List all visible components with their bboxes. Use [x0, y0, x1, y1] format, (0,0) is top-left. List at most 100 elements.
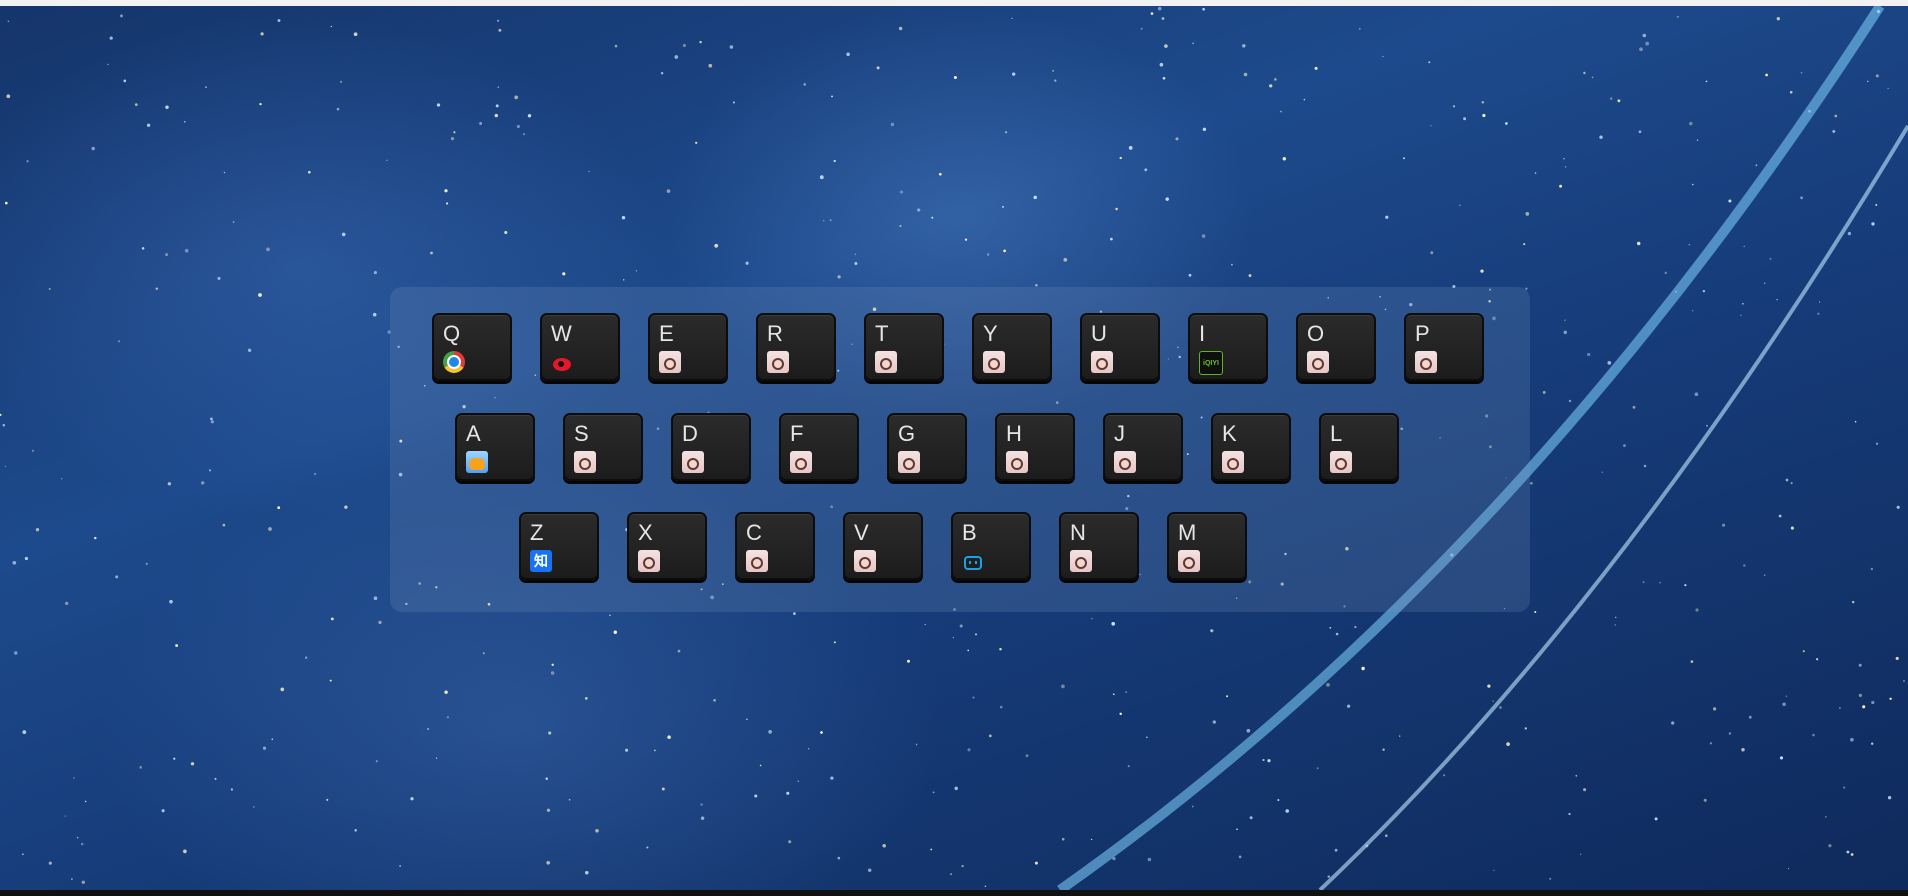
light-dot — [1851, 600, 1855, 604]
light-dot — [65, 601, 69, 606]
light-dot — [1524, 727, 1527, 730]
light-dot — [952, 636, 955, 639]
light-dot — [1862, 705, 1866, 709]
light-dot — [94, 536, 97, 540]
light-dot — [1430, 124, 1432, 127]
key-u[interactable]: U — [1080, 313, 1160, 381]
light-dot — [907, 659, 910, 663]
light-dot — [1847, 231, 1852, 236]
light-dot — [435, 757, 438, 759]
key-j[interactable]: J — [1103, 413, 1183, 481]
key-letter: P — [1415, 321, 1430, 346]
light-dot — [854, 262, 858, 265]
light-dot — [867, 868, 872, 872]
light-dot — [999, 647, 1002, 651]
key-d[interactable]: D — [671, 413, 751, 481]
light-dot — [1549, 877, 1552, 880]
light-dot — [184, 248, 189, 253]
default-favicon-icon — [875, 351, 897, 373]
key-o[interactable]: O — [1296, 313, 1376, 381]
light-dot — [1119, 156, 1122, 160]
light-dot — [635, 270, 638, 272]
key-g[interactable]: G — [887, 413, 967, 481]
light-dot — [35, 528, 40, 532]
light-dot — [975, 633, 977, 636]
key-z[interactable]: Z知 — [519, 512, 599, 580]
light-dot — [1741, 302, 1744, 305]
light-dot — [1277, 799, 1280, 801]
default-favicon-icon — [854, 550, 876, 572]
light-dot — [208, 469, 212, 472]
light-dot — [109, 36, 113, 40]
key-letter: M — [1178, 520, 1197, 545]
light-dot — [1140, 27, 1143, 30]
light-dot — [1459, 204, 1461, 207]
key-y[interactable]: Y — [972, 313, 1052, 381]
key-k[interactable]: K — [1211, 413, 1291, 481]
light-dot — [1162, 76, 1166, 80]
light-dot — [1787, 867, 1790, 870]
key-t[interactable]: T — [864, 313, 944, 381]
light-dot — [190, 762, 195, 766]
light-dot — [1361, 666, 1365, 671]
light-dot — [1889, 697, 1892, 701]
light-dot — [73, 777, 75, 779]
light-dot — [1778, 514, 1782, 518]
key-n[interactable]: N — [1059, 512, 1139, 580]
key-b[interactable]: B — [951, 512, 1031, 580]
key-c[interactable]: C — [735, 512, 815, 580]
light-dot — [938, 172, 942, 176]
light-dot — [1858, 663, 1862, 667]
light-dot — [7, 20, 10, 23]
key-p[interactable]: P — [1404, 313, 1484, 381]
light-dot — [1191, 805, 1194, 808]
light-dot — [2, 423, 6, 427]
light-dot — [882, 844, 886, 848]
light-dot — [837, 275, 841, 279]
light-dot — [217, 276, 221, 280]
default-favicon-icon — [1070, 550, 1092, 572]
light-dot — [444, 189, 448, 193]
light-dot — [1887, 796, 1892, 800]
key-m[interactable]: M — [1167, 512, 1247, 580]
light-dot — [205, 86, 207, 89]
light-dot — [426, 727, 430, 731]
key-q[interactable]: Q — [432, 313, 512, 381]
key-i[interactable]: IiQIYI — [1188, 313, 1268, 381]
light-dot — [984, 885, 987, 888]
light-dot — [1839, 707, 1841, 709]
light-dot — [745, 261, 749, 265]
key-r[interactable]: R — [756, 313, 836, 381]
light-dot — [1743, 245, 1745, 248]
key-l[interactable]: L — [1319, 413, 1399, 481]
light-dot — [373, 596, 378, 601]
light-dot — [713, 698, 716, 702]
window-bottom-bar — [0, 890, 1908, 896]
light-dot — [1785, 478, 1789, 482]
key-s[interactable]: S — [563, 413, 643, 481]
key-w[interactable]: W — [540, 313, 620, 381]
light-dot — [1854, 420, 1857, 423]
light-dot — [1591, 76, 1594, 79]
light-dot — [1090, 838, 1093, 841]
light-dot — [155, 287, 158, 290]
light-dot — [1430, 251, 1434, 255]
key-f[interactable]: F — [779, 413, 859, 481]
light-dot — [119, 14, 124, 18]
light-dot — [964, 238, 968, 241]
key-a[interactable]: A — [455, 413, 535, 481]
key-e[interactable]: E — [648, 313, 728, 381]
light-dot — [1690, 660, 1694, 663]
light-dot — [378, 620, 382, 625]
key-h[interactable]: H — [995, 413, 1075, 481]
light-dot — [830, 776, 834, 780]
light-dot — [1895, 656, 1899, 660]
light-dot — [1703, 798, 1707, 802]
light-dot — [1493, 869, 1495, 872]
light-dot — [64, 815, 67, 817]
key-v[interactable]: V — [843, 512, 923, 580]
light-dot — [1664, 271, 1668, 275]
light-dot — [1246, 728, 1251, 733]
light-dot — [22, 730, 27, 734]
key-x[interactable]: X — [627, 512, 707, 580]
